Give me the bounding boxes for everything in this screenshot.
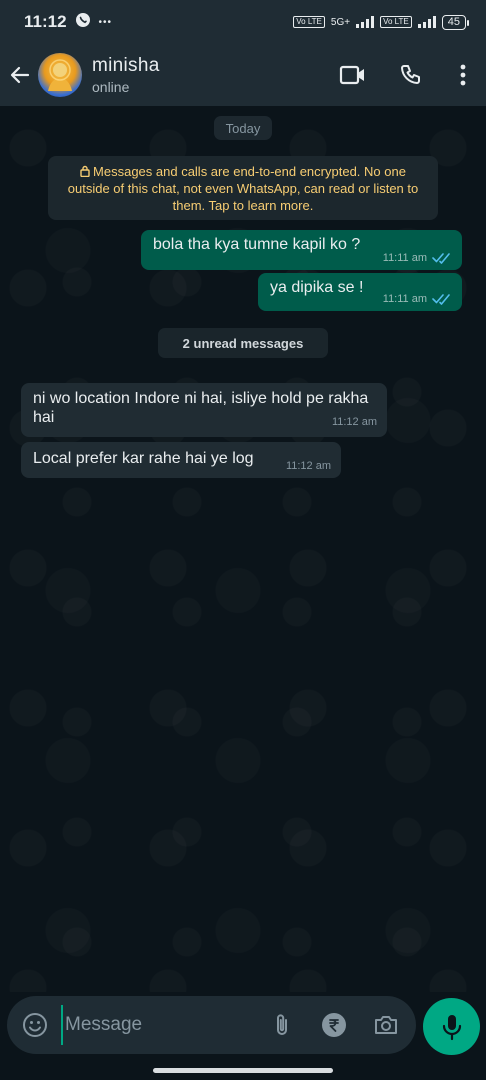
message-time: 11:11 am <box>382 293 427 305</box>
overflow-menu-button[interactable] <box>440 50 486 100</box>
camera-icon <box>375 1016 397 1034</box>
signal-strength-icon-1 <box>356 16 375 28</box>
unread-messages-divider: 2 unread messages <box>158 328 328 358</box>
video-camera-icon <box>339 65 364 85</box>
microphone-icon <box>442 1014 461 1040</box>
contact-status: online <box>92 79 130 95</box>
volte-badge-1: Vo LTE <box>293 16 325 28</box>
gesture-navigation-bar[interactable] <box>153 1068 333 1073</box>
back-button[interactable] <box>2 55 38 95</box>
message-text: Local prefer kar rahe hai ye log <box>33 450 254 467</box>
arrow-left-icon <box>10 66 30 84</box>
avatar[interactable] <box>38 53 82 97</box>
message-input[interactable] <box>61 1005 251 1045</box>
date-chip: Today <box>214 116 272 140</box>
video-call-button[interactable] <box>324 50 382 100</box>
battery-icon: 45 <box>441 14 470 30</box>
signal-strength-icon-2 <box>417 16 436 28</box>
double-check-read-icon <box>432 294 450 305</box>
message-text: ni wo location Indore ni hai, isliye hol… <box>33 390 369 426</box>
status-bar: 11:12 ••• Vo LTE 5G+ Vo LTE 45 <box>0 0 486 44</box>
attach-button[interactable] <box>256 999 308 1051</box>
contact-info[interactable]: minisha online <box>92 55 160 95</box>
message-bubble-incoming[interactable]: Local prefer kar rahe hai ye log 11:12 a… <box>21 442 341 478</box>
network-type: 5G+ <box>330 16 351 28</box>
chat-area[interactable]: Today Messages and calls are end-to-end … <box>0 106 486 992</box>
voice-message-button[interactable] <box>423 998 480 1055</box>
whatsapp-notification-icon <box>75 12 91 33</box>
double-check-read-icon <box>432 253 450 264</box>
encryption-notice[interactable]: Messages and calls are end-to-end encryp… <box>48 156 438 220</box>
encryption-notice-text: Messages and calls are end-to-end encryp… <box>67 164 419 213</box>
more-vertical-icon <box>460 64 466 86</box>
message-composer <box>7 996 416 1054</box>
volte-badge-2: Vo LTE <box>380 16 412 28</box>
lock-icon <box>80 165 90 178</box>
message-bubble-incoming[interactable]: ni wo location Indore ni hai, isliye hol… <box>21 383 387 437</box>
emoji-button[interactable] <box>9 999 61 1051</box>
contact-name: minisha <box>92 55 160 76</box>
message-bubble-outgoing[interactable]: ya dipika se ! 11:11 am <box>258 273 462 311</box>
message-text: ya dipika se ! <box>270 279 364 296</box>
status-time: 11:12 <box>24 12 67 31</box>
more-notifications-icon: ••• <box>98 16 113 28</box>
paperclip-icon <box>277 1014 287 1035</box>
voice-call-button[interactable] <box>382 50 440 100</box>
chat-header: minisha online <box>0 44 486 106</box>
payment-button[interactable] <box>308 999 360 1051</box>
message-time: 11:12 am <box>331 416 377 428</box>
rupee-icon <box>322 1013 346 1037</box>
message-time: 11:11 am <box>382 252 427 264</box>
message-time: 11:12 am <box>285 460 331 472</box>
message-text: bola tha kya tumne kapil ko ? <box>153 236 361 253</box>
emoji-icon <box>23 1013 47 1037</box>
message-bubble-outgoing[interactable]: bola tha kya tumne kapil ko ? 11:11 am <box>141 230 462 270</box>
camera-button[interactable] <box>360 999 412 1051</box>
phone-icon <box>401 65 420 84</box>
